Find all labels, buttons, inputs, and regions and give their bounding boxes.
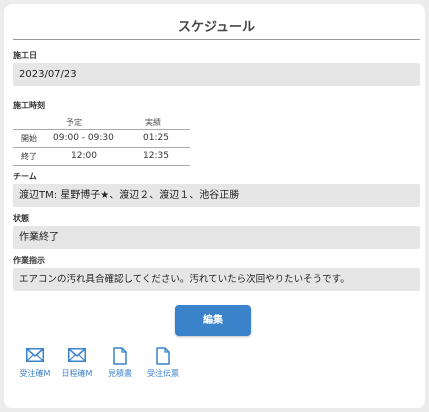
link-label: 受注確M — [19, 369, 51, 378]
mail-icon — [13, 347, 57, 365]
team-value: 渡辺TM: 星野博子★、渡辺２、渡辺１、池谷正勝 — [13, 184, 420, 207]
actual-column-header: 実績 — [145, 118, 161, 127]
instructions-label: 作業指示 — [13, 256, 45, 265]
table-row: 終了 12:00 12:35 — [13, 147, 190, 166]
end-actual-time: 12:35 — [143, 151, 169, 161]
link-label: 日程確M — [61, 369, 93, 378]
work-date-label: 施工日 — [13, 51, 37, 60]
document-icon — [98, 347, 142, 365]
document-icon — [141, 347, 185, 365]
team-label: チーム — [13, 172, 37, 181]
order-confirm-mail-link[interactable]: 受注確M — [13, 347, 57, 379]
start-actual-time: 01:25 — [143, 133, 169, 143]
row-label-start: 開始 — [21, 134, 37, 143]
page-title: スケジュール — [177, 20, 256, 35]
work-time-label: 施工時刻 — [13, 101, 45, 110]
estimate-link[interactable]: 見積書 — [98, 347, 142, 379]
order-slip-link[interactable]: 受注伝票 — [141, 347, 185, 379]
schedule-card: スケジュール 施工日 2023/07/23 施工時刻 予定 実績 開始 09:0… — [4, 4, 425, 408]
work-date-value: 2023/07/23 — [13, 63, 420, 86]
end-planned-time: 12:00 — [71, 151, 97, 161]
instructions-value: エアコンの汚れ具合確認してください。汚れていたら次回やりたいそうです。 — [13, 268, 420, 291]
status-label: 状態 — [13, 214, 29, 223]
mail-icon — [55, 347, 99, 365]
planned-column-header: 予定 — [66, 118, 82, 127]
edit-button[interactable]: 編集 — [175, 305, 251, 336]
table-row: 開始 09:00 - 09:30 01:25 — [13, 129, 190, 147]
row-label-end: 終了 — [21, 152, 37, 161]
link-label: 見積書 — [108, 369, 132, 378]
start-planned-time: 09:00 - 09:30 — [53, 133, 114, 143]
link-label: 受注伝票 — [147, 369, 179, 378]
title-divider — [13, 39, 420, 40]
status-value: 作業終了 — [13, 226, 420, 249]
schedule-confirm-mail-link[interactable]: 日程確M — [55, 347, 99, 379]
